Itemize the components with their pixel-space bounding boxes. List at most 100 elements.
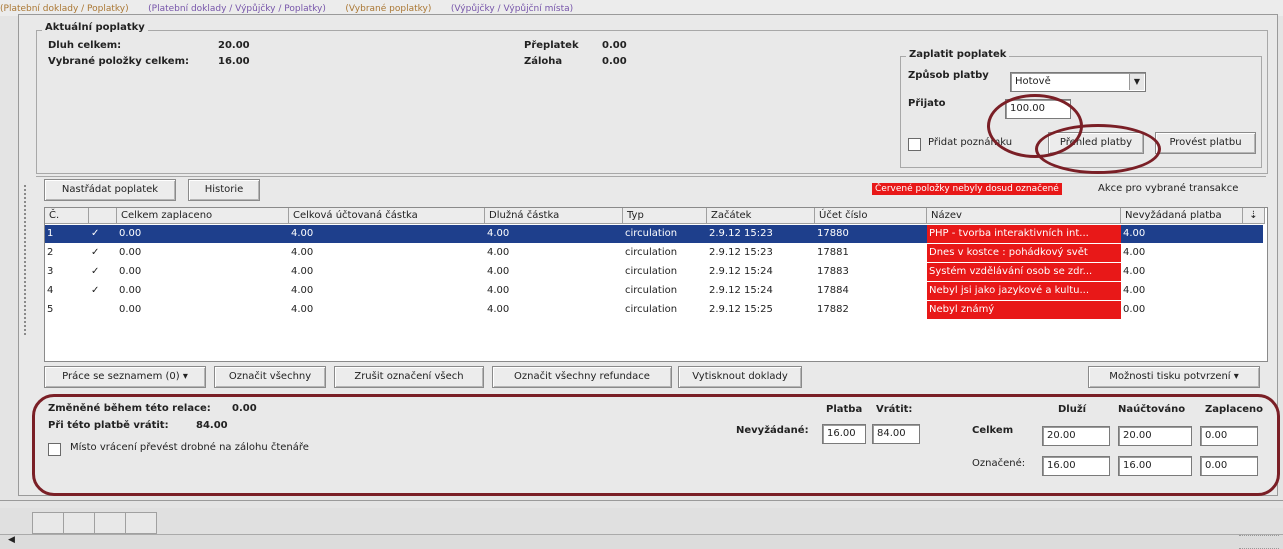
cell-type: circulation [625, 247, 678, 258]
cell-start: 2.9.12 15:24 [709, 266, 773, 277]
pay-fee-legend: Zaplatit poplatek [906, 49, 1010, 60]
scroll-left-icon[interactable]: ◀ [8, 535, 15, 545]
status-cell [125, 512, 157, 534]
column-header[interactable]: Účet číslo [815, 208, 927, 224]
cell-owed: 4.00 [487, 228, 510, 239]
cell-check: ✓ [91, 247, 100, 258]
selected-total-label: Vybrané položky celkem: [48, 56, 189, 67]
status-cell [94, 512, 126, 534]
fees-table: Č. Celkem zaplaceno Celková účtovaná čás… [44, 207, 1268, 362]
cell-num: 2 [47, 247, 54, 258]
make-payment-button[interactable]: Provést platbu [1155, 132, 1256, 154]
cell-title: Dnes v kostce : pohádkový svět [927, 244, 1121, 262]
cell-title: Nebyl známý [927, 301, 1121, 319]
cell-num: 3 [47, 266, 54, 277]
cell-num: 1 [47, 228, 54, 239]
column-header[interactable] [89, 208, 117, 224]
mark-all-refunds-button[interactable]: Označit všechny refundace [492, 366, 672, 388]
cell-start: 2.9.12 15:23 [709, 247, 773, 258]
top-strip-item[interactable]: (Platební doklady / Výpůjčky / Poplatky) [148, 4, 326, 14]
cell-type: circulation [625, 285, 678, 296]
list-work-button[interactable]: Práce se seznamem (0) ▾ [44, 366, 206, 388]
cell-account: 17883 [817, 266, 849, 277]
current-fees-legend: Aktuální poplatky [42, 22, 148, 33]
received-label: Přijato [908, 98, 946, 109]
deposit-label: Záloha [524, 56, 563, 67]
cell-start: 2.9.12 15:23 [709, 228, 773, 239]
deposit-value: 0.00 [602, 56, 627, 67]
cell-owed: 4.00 [487, 247, 510, 258]
top-strip-item[interactable]: (Vybrané poplatky) [345, 4, 431, 14]
chevron-down-icon[interactable]: ▼ [1129, 74, 1144, 90]
selected-total-value: 16.00 [218, 56, 250, 67]
cell-account: 17884 [817, 285, 849, 296]
cell-charged: 4.00 [291, 247, 314, 258]
table-row[interactable]: 5 0.00 4.00 4.00 circulation 2.9.12 15:25 1788… [45, 301, 1263, 319]
cell-paid: 0.00 [119, 266, 142, 277]
cell-charged: 4.00 [291, 304, 314, 315]
cell-paid: 0.00 [119, 285, 142, 296]
cell-type: circulation [625, 228, 678, 239]
column-header[interactable]: Začátek [707, 208, 815, 224]
column-header[interactable]: Nevyžádaná platba [1121, 208, 1243, 224]
table-row[interactable]: 2 ✓ 0.00 4.00 4.00 circulation 2.9.12 15:23 178… [45, 244, 1263, 262]
history-button[interactable]: Historie [188, 179, 260, 201]
payment-method-value: Hotově [1015, 76, 1051, 87]
cell-title: Systém vzdělávání osob se zdr... [927, 263, 1121, 281]
cell-check: ✓ [91, 228, 100, 239]
cell-check: ✓ [91, 285, 100, 296]
red-items-notice: Červené položky nebyly dosud označené [872, 183, 1062, 195]
cell-account: 17881 [817, 247, 849, 258]
column-header[interactable]: Celková účtovaná částka [289, 208, 485, 224]
cell-paid: 0.00 [119, 228, 142, 239]
cell-paid: 0.00 [119, 304, 142, 315]
print-documents-button[interactable]: Vytisknout doklady [678, 366, 802, 388]
column-header[interactable]: Název [927, 208, 1121, 224]
mark-all-button[interactable]: Označit všechny [214, 366, 326, 388]
overpayment-value: 0.00 [602, 40, 627, 51]
splitter-handle[interactable] [24, 185, 29, 335]
top-strip-item[interactable]: (Výpůjčky / Výpůjční místa) [451, 4, 573, 14]
cell-paid: 0.00 [119, 247, 142, 258]
cell-num: 4 [47, 285, 54, 296]
window-separator [0, 500, 1283, 501]
resize-grip-icon[interactable] [1239, 535, 1279, 549]
cell-num: 5 [47, 304, 54, 315]
cell-type: circulation [625, 266, 678, 277]
attach-receipt-checkbox[interactable] [908, 138, 921, 151]
cell-account: 17882 [817, 304, 849, 315]
column-chooser-icon[interactable]: ⇣ [1243, 208, 1265, 224]
cell-unclaimed: 4.00 [1123, 266, 1146, 277]
cell-owed: 4.00 [487, 285, 510, 296]
debt-total-value: 20.00 [218, 40, 250, 51]
table-row[interactable]: 1 ✓ 0.00 4.00 4.00 circulation 2.9.12 15:23 178… [45, 225, 1263, 243]
cell-check: ✓ [91, 266, 100, 277]
status-cell [32, 512, 64, 534]
table-row[interactable]: 4 ✓ 0.00 4.00 4.00 circulation 2.9.12 15:24 178… [45, 282, 1263, 300]
cell-owed: 4.00 [487, 304, 510, 315]
payment-method-select[interactable]: Hotově ▼ [1010, 72, 1146, 92]
cell-charged: 4.00 [291, 228, 314, 239]
cell-unclaimed: 0.00 [1123, 304, 1146, 315]
cell-owed: 4.00 [487, 266, 510, 277]
annotation-rounded-box [32, 394, 1280, 496]
cell-start: 2.9.12 15:24 [709, 285, 773, 296]
cell-account: 17880 [817, 228, 849, 239]
annotation-ellipse [1035, 124, 1161, 174]
top-strip-item[interactable]: (Platební doklady / Poplatky) [0, 4, 129, 14]
column-header[interactable]: Celkem zaplaceno [117, 208, 289, 224]
actions-label: Akce pro vybrané transakce [1098, 183, 1239, 194]
cell-title: PHP - tvorba interaktivních int... [927, 225, 1121, 243]
toolbar-divider [36, 176, 1266, 177]
column-header[interactable]: Typ [623, 208, 707, 224]
table-row[interactable]: 3 ✓ 0.00 4.00 4.00 circulation 2.9.12 15:24 178… [45, 263, 1263, 281]
column-header[interactable]: Č. [45, 208, 89, 224]
horizontal-scrollbar[interactable]: ◀ [0, 534, 1283, 549]
column-header[interactable]: Dlužná částka [485, 208, 623, 224]
new-fee-button[interactable]: Nastřádat poplatek [44, 179, 176, 201]
cell-unclaimed: 4.00 [1123, 285, 1146, 296]
overpayment-label: Přeplatek [524, 40, 579, 51]
confirmation-options-button[interactable]: Možnosti tisku potvrzení ▾ [1088, 366, 1260, 388]
unmark-all-button[interactable]: Zrušit označení všech [334, 366, 484, 388]
cell-charged: 4.00 [291, 266, 314, 277]
